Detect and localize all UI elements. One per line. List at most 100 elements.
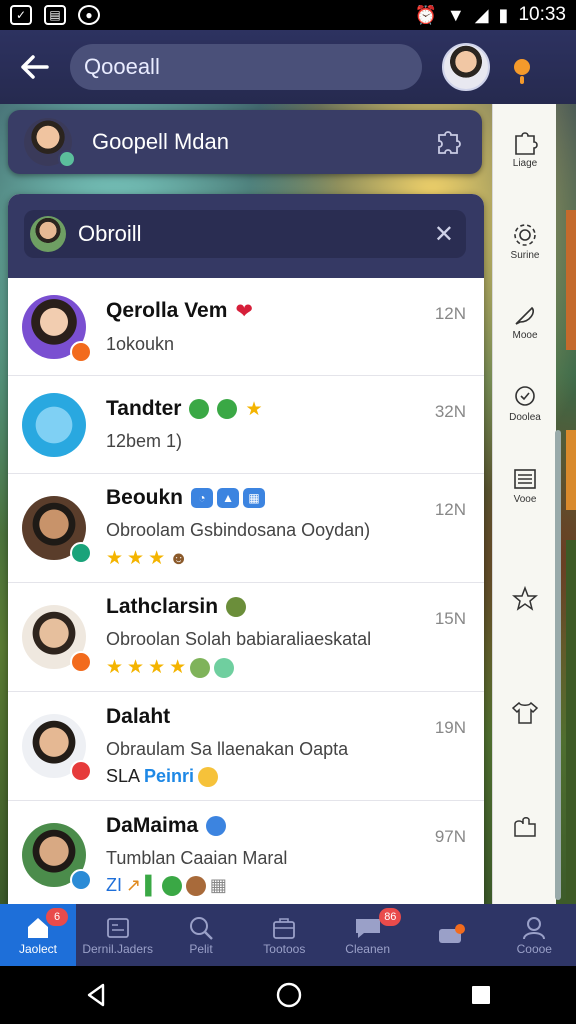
clover-icon bbox=[217, 399, 238, 419]
bottom-navigation: Jaolect 6 Dernil.Jaders Pelit Tootoos Cl… bbox=[0, 904, 576, 966]
avatar bbox=[22, 714, 92, 782]
back-button[interactable] bbox=[0, 30, 70, 104]
chat-tag: ZI bbox=[106, 875, 122, 895]
sidebar-item-label: Vooe bbox=[513, 494, 537, 505]
nav-item-pelit[interactable]: Pelit bbox=[159, 904, 242, 966]
chat-subtitle: Tumblan Caaian Maral bbox=[106, 848, 288, 868]
frog-icon bbox=[190, 657, 211, 678]
nav-item-cleanen[interactable]: Cleanen 86 bbox=[326, 904, 409, 966]
avatar bbox=[22, 294, 92, 363]
panel-search-text: Obroill bbox=[78, 221, 142, 246]
sidebar-item-label: Doolea bbox=[509, 412, 541, 423]
sidebar-item-label: Surine bbox=[510, 250, 540, 261]
sidebar-item-vooe[interactable]: Vooe bbox=[493, 464, 557, 505]
close-icon[interactable]: ✕ bbox=[434, 220, 454, 249]
nav-item-profile[interactable]: Coooe bbox=[493, 904, 576, 966]
chat-row[interactable]: Dalaht Obraulam Sa llaenakan Oapta SLA Pe… bbox=[8, 692, 484, 801]
frog-icon bbox=[189, 399, 210, 419]
tag-icon: ▦ bbox=[243, 488, 266, 508]
chat-row[interactable]: DaMaima Tumblan Caaian Maral ZI ↗ ▌ ▦ 97N bbox=[8, 801, 484, 904]
recents-icon[interactable] bbox=[469, 983, 493, 1007]
star-icon bbox=[510, 584, 540, 614]
chat-subtitle: 12bem 1) bbox=[106, 431, 183, 451]
profile-avatar[interactable] bbox=[442, 43, 490, 91]
panel-search-field[interactable]: Obroill ✕ bbox=[24, 210, 466, 258]
chat-name: Beoukn bbox=[106, 486, 184, 509]
chat-time: 12N bbox=[434, 304, 466, 323]
nav-item-home[interactable]: Jaolect 6 bbox=[0, 904, 76, 966]
chat-row[interactable]: Tandter ★ 12bem 1) 32N bbox=[8, 376, 484, 474]
sidebar-item-shirt[interactable] bbox=[493, 698, 557, 728]
nav-label: Pelit bbox=[189, 942, 213, 956]
status-bar: ✓ ▤ ● ⏰ ▼ ◢ ▮ 10:33 bbox=[0, 0, 576, 30]
chat-icon bbox=[354, 914, 382, 942]
chat-time: 32N bbox=[434, 402, 466, 421]
chat-reactions: ★ ★ ★ ★ bbox=[106, 656, 484, 679]
back-icon[interactable] bbox=[83, 982, 109, 1008]
frog-icon bbox=[214, 657, 235, 678]
puzzle-icon[interactable] bbox=[432, 126, 464, 158]
chat-icon bbox=[510, 382, 540, 412]
chat-row[interactable]: Beoukn ◔ ▲ ▦ Obroolam Gsbindosana Ooydan) … bbox=[8, 474, 484, 583]
status-badge bbox=[70, 869, 92, 891]
nav-item-game[interactable] bbox=[409, 904, 492, 966]
search-input[interactable]: Qooeall bbox=[70, 44, 422, 90]
nav-label: Tootoos bbox=[263, 942, 306, 956]
person-icon: ☻ bbox=[169, 548, 189, 568]
chat-time: 12N bbox=[434, 500, 466, 519]
avatar bbox=[22, 823, 92, 891]
box-icon bbox=[270, 914, 298, 942]
list-icon bbox=[510, 464, 540, 494]
avatar bbox=[22, 605, 92, 673]
notification-icon[interactable] bbox=[514, 59, 530, 84]
nav-item-tootoos[interactable]: Tootoos bbox=[243, 904, 326, 966]
sidebar-item-surine[interactable]: Surine bbox=[493, 220, 557, 261]
avatar bbox=[22, 392, 86, 457]
chat-highlight: Peinri bbox=[144, 766, 195, 786]
sidebar-item-glove[interactable] bbox=[493, 812, 557, 842]
nav-item-dernil[interactable]: Dernil.Jaders bbox=[76, 904, 159, 966]
tag-icon: ▲ bbox=[217, 488, 240, 508]
wifi-icon: ▼ bbox=[446, 4, 465, 25]
search-icon bbox=[187, 914, 215, 942]
nav-label: Cleanen bbox=[345, 942, 390, 956]
chat-time: 19N bbox=[434, 718, 466, 737]
media-notification-icon: ● bbox=[78, 5, 100, 25]
avatar bbox=[30, 216, 66, 252]
sidebar-item-mooe[interactable]: Mooe bbox=[493, 300, 557, 341]
avatar bbox=[24, 118, 76, 168]
chat-subtitle: Obraulam Sa llaenakan Oapta bbox=[106, 739, 349, 759]
game-edge bbox=[566, 540, 576, 900]
header: Qooeall bbox=[0, 30, 576, 104]
chat-time: 97N bbox=[434, 827, 466, 846]
chat-tag: SLA bbox=[106, 766, 141, 786]
sidebar-item-doolea[interactable]: Doolea bbox=[493, 382, 557, 423]
sidebar-scrollbar[interactable] bbox=[555, 430, 561, 900]
chat-reactions: ZI ↗ ▌ ▦ bbox=[106, 875, 227, 896]
glove-icon bbox=[510, 812, 540, 842]
sidebar-item-liage[interactable]: Liage bbox=[493, 128, 557, 169]
avatar bbox=[22, 496, 92, 564]
sidebar-item-label: Liage bbox=[512, 158, 538, 169]
chat-subtitle: 1okoukn bbox=[106, 333, 175, 354]
turtle-icon bbox=[161, 875, 182, 896]
app-notification-icon: ✓ bbox=[10, 5, 32, 25]
chat-subtitle: Obroolan Solah babiaraliaeskatal bbox=[106, 629, 372, 649]
grin-icon bbox=[198, 766, 219, 787]
heart-icon: ❤ bbox=[235, 299, 254, 323]
chat-row[interactable]: Qerolla Vem ❤ 1okoukn 12N bbox=[8, 278, 484, 376]
person-icon bbox=[520, 914, 548, 942]
sidebar-item-star[interactable] bbox=[493, 584, 557, 614]
chat-row[interactable]: Lathclarsin Obroolan Solah babiaraliaesk… bbox=[8, 583, 484, 692]
chat-name: Qerolla Vem bbox=[106, 299, 228, 322]
pinned-contact[interactable]: Goopell Mdan bbox=[8, 110, 482, 174]
card-icon bbox=[104, 914, 132, 942]
feather-icon bbox=[510, 300, 540, 330]
status-badge bbox=[58, 150, 76, 168]
nav-badge: 6 bbox=[46, 908, 68, 926]
pinned-contact-name: Goopell Mdan bbox=[92, 129, 229, 154]
news-notification-icon: ▤ bbox=[44, 5, 66, 25]
chat-name: DaMaima bbox=[106, 814, 199, 837]
back-arrow-icon bbox=[21, 55, 49, 79]
home-button-icon[interactable] bbox=[275, 981, 303, 1009]
